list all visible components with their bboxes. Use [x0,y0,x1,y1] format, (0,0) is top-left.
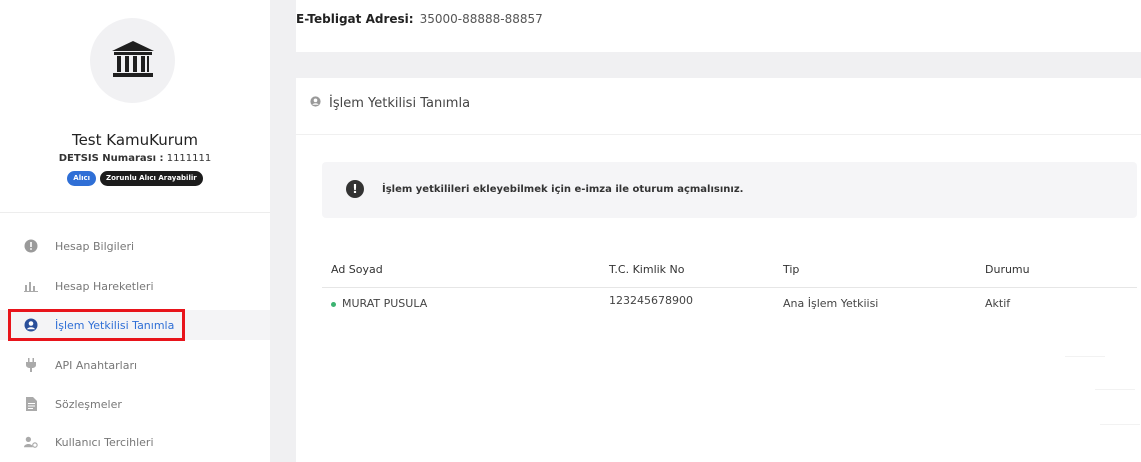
status-dot [331,301,336,307]
institution-icon [110,39,156,83]
column-header-tc-kimlik-no: T.C. Kimlik No [609,263,685,276]
row-divider [1095,389,1135,390]
sidebar-item-hesap-hareketleri[interactable]: Hesap Hareketleri [0,271,270,301]
row-divider [1065,356,1105,357]
plug-icon [24,358,38,372]
sidebar-item-kullanici-tercihleri[interactable]: Kullanıcı Tercihleri [0,427,270,457]
table-header-divider [322,287,1137,288]
cell-durumu: Aktif [985,297,1011,310]
cell-ad-soyad-text: MURAT PUSULA [342,297,428,310]
sidebar-item-label: API Anahtarları [55,358,138,372]
column-header-tip: Tip [783,263,800,276]
card-divider [296,134,1141,135]
sidebar-item-hesap-bilgileri[interactable]: Hesap Bilgileri [0,231,270,261]
role-badges: Alıcı Zorunlu Alıcı Arayabilir [0,171,270,186]
sidebar-item-label: Kullanıcı Tercihleri [55,435,154,449]
column-header-durumu: Durumu [985,263,1030,276]
cell-tip: Ana İşlem Yetkiisi [783,297,879,310]
card-title: İşlem Yetkilisi Tanımla [310,96,470,111]
row-divider [1100,424,1140,425]
alert-text: İşlem yetkilileri ekleyebilmek için e-im… [382,184,744,195]
document-icon [24,397,38,411]
detsis-number: DETSIS Numarası : 1111111 [0,153,270,164]
sidebar-divider [0,212,270,213]
address-label: E-Tebligat Adresi: [296,12,414,26]
badge-alici: Alıcı [67,171,97,186]
address-bar [296,0,1141,52]
user-settings-icon [24,435,38,449]
sidebar-item-label: Hesap Hareketleri [55,279,154,293]
institution-logo [90,18,175,103]
exclamation-icon: ! [346,180,364,198]
badge-zorunlu-alici: Zorunlu Alıcı Arayabilir [100,171,203,186]
cell-ad-soyad: MURAT PUSULA [331,297,427,310]
cell-tc-kimlik-no: 123245678900 [609,294,693,307]
organization-name: Test KamuKurum [71,131,199,149]
detsis-value: 1111111 [166,153,212,164]
highlight-annotation [8,309,185,341]
bar-chart-icon [24,279,38,293]
e-tebligat-address: E-Tebligat Adresi: 35000-88888-88857 [296,12,543,26]
detsis-label: DETSIS Numarası : [58,153,164,164]
sidebar: Test KamuKurum DETSIS Numarası : 1111111… [0,0,270,462]
address-value: 35000-88888-88857 [419,12,543,26]
sidebar-item-sozlesmeler[interactable]: Sözleşmeler [0,389,270,419]
sidebar-item-api-anahtarlari[interactable]: API Anahtarları [0,350,270,380]
sidebar-item-label: Sözleşmeler [55,397,122,411]
info-circle-icon [24,239,38,253]
user-circle-icon [310,96,321,111]
sidebar-item-label: Hesap Bilgileri [55,239,135,253]
column-header-ad-soyad: Ad Soyad [331,263,383,276]
card-title-text: İşlem Yetkilisi Tanımla [329,96,471,111]
